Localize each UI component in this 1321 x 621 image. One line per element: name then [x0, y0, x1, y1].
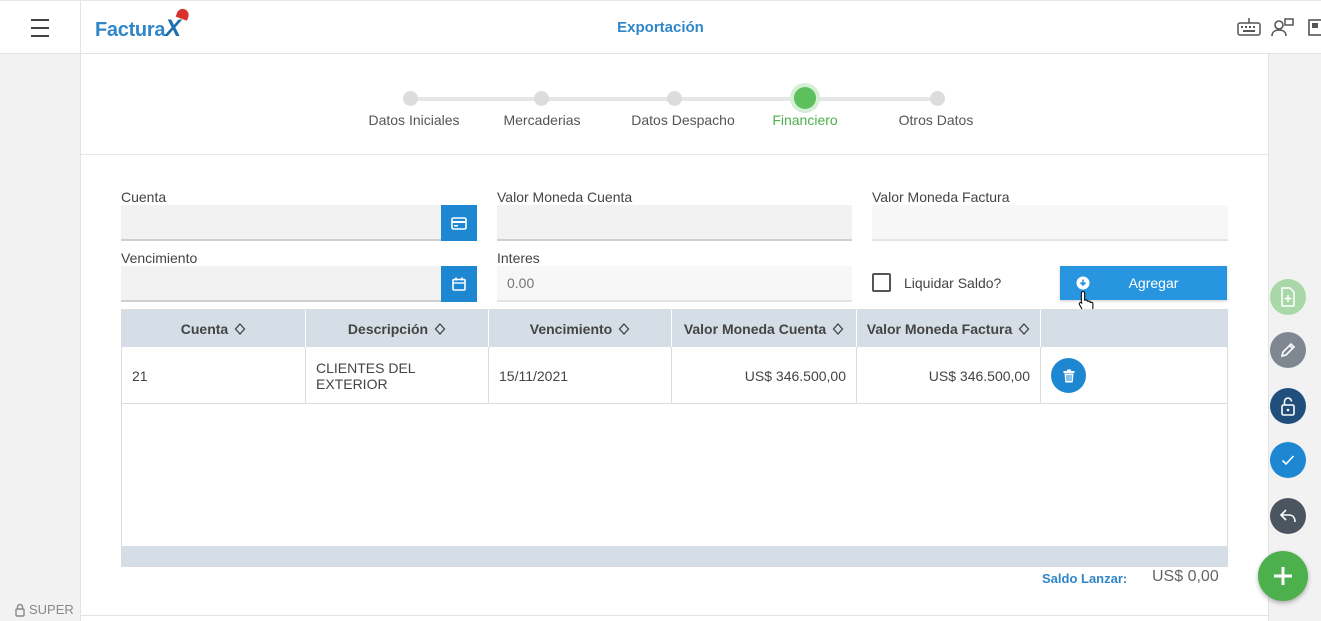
sort-icon: [1018, 322, 1030, 335]
user-badge[interactable]: SUPER: [14, 602, 74, 617]
valor-moneda-cuenta-input[interactable]: [497, 205, 852, 239]
file-plus-icon: [1281, 287, 1295, 307]
header-label: Vencimiento: [529, 320, 613, 337]
step-dot: [930, 91, 945, 106]
plus-icon: [1274, 567, 1292, 585]
step-label: Datos Despacho: [631, 112, 735, 128]
table-header: Cuenta Descripción Vencimiento Valor Mon…: [122, 310, 1227, 347]
vencimiento-calendar-button[interactable]: [441, 266, 477, 302]
financial-table: Cuenta Descripción Vencimiento Valor Mon…: [121, 309, 1228, 567]
valor-moneda-cuenta-field[interactable]: [497, 205, 852, 241]
add-fab-button[interactable]: [1258, 551, 1308, 601]
keyboard-icon[interactable]: [1237, 17, 1261, 37]
agregar-button[interactable]: Agregar: [1060, 266, 1227, 312]
header-label: Valor Moneda Factura: [866, 320, 1013, 337]
user-name: SUPER: [29, 602, 74, 617]
unlock-button[interactable]: [1270, 388, 1306, 424]
liquidar-saldo-label: Liquidar Saldo?: [904, 275, 1002, 291]
header-actions: [1041, 310, 1227, 347]
interes-input[interactable]: [497, 266, 852, 300]
cell-cuenta: 21: [122, 347, 306, 404]
credit-card-icon: [451, 216, 467, 230]
step-dot: [403, 91, 418, 106]
header-cuenta[interactable]: Cuenta: [122, 310, 306, 347]
header-valor-moneda-factura[interactable]: Valor Moneda Factura: [857, 310, 1041, 347]
step-dot: [534, 91, 549, 106]
delete-row-button[interactable]: [1051, 358, 1086, 393]
users-icon[interactable]: [1271, 17, 1295, 37]
top-icons: [1237, 17, 1321, 37]
step-label: Mercaderias: [503, 112, 581, 128]
header-label: Cuenta: [180, 320, 229, 337]
cell-valor-factura: US$ 346.500,00: [857, 347, 1041, 404]
unlock-icon: [1281, 397, 1295, 416]
download-circle-icon: [1076, 276, 1090, 290]
stepper: Datos Iniciales Mercaderias Datos Despac…: [81, 54, 1268, 155]
cell-actions: [1041, 347, 1227, 404]
reply-icon: [1279, 509, 1296, 523]
cuenta-lookup-button[interactable]: [441, 205, 477, 241]
calendar-icon: [452, 277, 466, 291]
vencimiento-label: Vencimiento: [121, 250, 198, 266]
cell-valor-cuenta: US$ 346.500,00: [672, 347, 857, 404]
back-button[interactable]: [1270, 498, 1306, 534]
header-label: Descripción: [347, 320, 429, 337]
main-panel: Datos Iniciales Mercaderias Datos Despac…: [81, 54, 1268, 616]
check-icon: [1281, 455, 1295, 466]
pencil-icon: [1280, 342, 1296, 358]
cell-vencimiento: 15/11/2021: [489, 347, 672, 404]
top-bar: FacturaX Exportación: [0, 0, 1321, 54]
valor-moneda-cuenta-label: Valor Moneda Cuenta: [497, 189, 633, 205]
valor-moneda-factura-label: Valor Moneda Factura: [872, 189, 1010, 205]
table-footer: [122, 546, 1227, 566]
agregar-label: Agregar: [1128, 275, 1179, 291]
valor-moneda-factura-input[interactable]: [872, 205, 1228, 239]
header-descripcion[interactable]: Descripción: [306, 310, 489, 347]
table-row[interactable]: 21 CLIENTES DEL EXTERIOR 15/11/2021 US$ …: [122, 347, 1227, 404]
step-dot: [667, 91, 682, 106]
vencimiento-field[interactable]: [121, 266, 442, 302]
interes-label: Interes: [497, 250, 540, 266]
cuenta-label: Cuenta: [121, 189, 167, 205]
liquidar-saldo-checkbox[interactable]: [872, 273, 891, 292]
valor-moneda-factura-field[interactable]: [872, 205, 1228, 241]
confirm-button[interactable]: [1270, 442, 1306, 478]
cell-descripcion: CLIENTES DEL EXTERIOR: [306, 347, 489, 404]
cuenta-input[interactable]: [121, 205, 442, 239]
trash-icon: [1063, 369, 1074, 382]
interes-field[interactable]: [497, 266, 852, 302]
edit-button[interactable]: [1270, 332, 1306, 368]
vencimiento-input[interactable]: [121, 266, 442, 300]
step-dot-active: [794, 87, 816, 109]
left-strip: SUPER: [0, 54, 81, 621]
step-label: Financiero: [772, 112, 838, 128]
news-icon[interactable]: [1305, 17, 1321, 37]
header-valor-moneda-cuenta[interactable]: Valor Moneda Cuenta: [672, 310, 857, 347]
page-title: Exportación: [617, 19, 704, 36]
header-vencimiento[interactable]: Vencimiento: [489, 310, 672, 347]
step-label: Datos Iniciales: [368, 112, 460, 128]
cuenta-field[interactable]: [121, 205, 442, 241]
lock-icon: [15, 603, 25, 617]
new-document-button[interactable]: [1270, 279, 1306, 315]
sort-icon: [618, 322, 630, 335]
sort-icon: [434, 322, 446, 335]
step-label: Otros Datos: [898, 112, 974, 128]
sort-icon: [832, 322, 844, 335]
saldo-lanzar-value: US$ 0,00: [1152, 568, 1219, 585]
sort-icon: [234, 322, 246, 335]
header-label: Valor Moneda Cuenta: [683, 320, 827, 337]
saldo-lanzar-label: Saldo Lanzar:: [1042, 571, 1128, 586]
